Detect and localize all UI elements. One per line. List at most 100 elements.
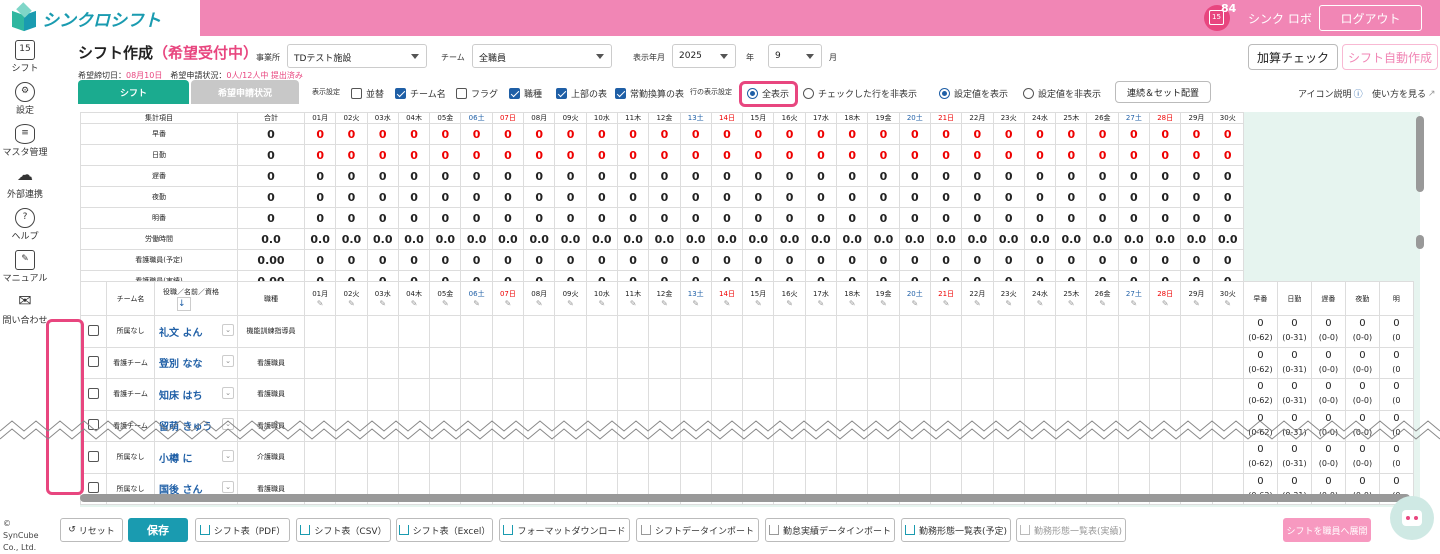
- sidebar-item-external[interactable]: ☁ 外部連携: [0, 166, 50, 200]
- day-header[interactable]: 20土 ✎: [898, 281, 931, 316]
- opt-show-all[interactable]: 全表示: [747, 87, 789, 100]
- auto-create-button[interactable]: シフト自動作成: [1342, 44, 1438, 70]
- howto-link[interactable]: 使い方を見る ↗: [1372, 87, 1436, 101]
- icon-help-link[interactable]: アイコン説明 ⓘ: [1298, 87, 1363, 100]
- day-header[interactable]: 13土 ✎: [679, 281, 712, 316]
- shift-cell[interactable]: [303, 441, 337, 474]
- excel-button[interactable]: シフト表（Excel）: [396, 518, 493, 542]
- opt-hide-checked[interactable]: チェックした行を非表示: [803, 87, 917, 100]
- shift-cell[interactable]: [1211, 441, 1244, 474]
- shift-cell[interactable]: [1086, 346, 1119, 379]
- save-button[interactable]: 保存: [128, 518, 188, 542]
- day-header[interactable]: 22月 ✎: [961, 281, 994, 316]
- sidebar-item-shift[interactable]: 15 シフト: [0, 40, 50, 74]
- day-header[interactable]: 06土 ✎: [460, 281, 493, 316]
- shift-cell[interactable]: [898, 315, 931, 348]
- shift-cell[interactable]: [961, 378, 994, 411]
- format-download-button[interactable]: フォーマットダウンロード: [499, 518, 630, 542]
- day-header[interactable]: 28日 ✎: [1149, 281, 1182, 316]
- shift-cell[interactable]: [585, 346, 618, 379]
- consec-set-button[interactable]: 連続＆セット配置: [1115, 81, 1211, 103]
- tab-shift[interactable]: シフト: [78, 80, 189, 104]
- shift-cell[interactable]: [710, 346, 744, 379]
- shift-cell[interactable]: [773, 315, 806, 348]
- shift-cell[interactable]: [585, 441, 618, 474]
- row-checkbox[interactable]: [80, 441, 107, 474]
- shift-cell[interactable]: [742, 441, 775, 474]
- shift-cell[interactable]: [992, 441, 1025, 474]
- shift-cell[interactable]: [929, 315, 963, 348]
- shift-cell[interactable]: [992, 346, 1025, 379]
- shift-cell[interactable]: [397, 315, 431, 348]
- shift-cell[interactable]: [898, 346, 931, 379]
- shift-cell[interactable]: [773, 441, 806, 474]
- shift-cell[interactable]: [1180, 441, 1213, 474]
- opt-job[interactable]: 職種: [509, 87, 542, 100]
- day-header[interactable]: 18木 ✎: [836, 281, 869, 316]
- shift-cell[interactable]: [523, 441, 556, 474]
- robot-avatar-icon[interactable]: [1390, 496, 1434, 540]
- reset-button[interactable]: ↺ リセット: [60, 518, 123, 542]
- shift-cell[interactable]: [836, 378, 869, 411]
- shift-cell[interactable]: [1117, 441, 1151, 474]
- day-header[interactable]: 19金 ✎: [867, 281, 900, 316]
- shift-cell[interactable]: [397, 346, 431, 379]
- shift-cell[interactable]: [804, 441, 838, 474]
- shift-import-button[interactable]: シフトデータインポート: [636, 518, 759, 542]
- row-checkbox[interactable]: [80, 378, 107, 411]
- shift-cell[interactable]: [742, 378, 775, 411]
- month-select[interactable]: 9: [768, 44, 822, 68]
- shift-cell[interactable]: [679, 441, 712, 474]
- shift-cell[interactable]: [679, 378, 712, 411]
- shift-cell[interactable]: [616, 441, 650, 474]
- opt-show-setting[interactable]: 設定値を表示: [939, 87, 1008, 100]
- shift-cell[interactable]: [460, 378, 493, 411]
- shift-cell[interactable]: [742, 346, 775, 379]
- shift-cell[interactable]: [335, 378, 368, 411]
- shift-cell[interactable]: [992, 315, 1025, 348]
- day-header[interactable]: 04木 ✎: [397, 281, 431, 316]
- shift-cell[interactable]: [335, 441, 368, 474]
- actual-list-button[interactable]: 勤務形態一覧表(実績): [1016, 518, 1126, 542]
- shift-cell[interactable]: [1211, 315, 1244, 348]
- sort-icon[interactable]: ↓: [177, 296, 191, 311]
- shift-cell[interactable]: [1180, 378, 1213, 411]
- shift-cell[interactable]: [1117, 378, 1151, 411]
- shift-cell[interactable]: [742, 315, 775, 348]
- shift-cell[interactable]: [523, 315, 556, 348]
- shift-cell[interactable]: [366, 346, 399, 379]
- shift-cell[interactable]: [366, 315, 399, 348]
- shift-cell[interactable]: [1055, 315, 1088, 348]
- day-header[interactable]: 29月 ✎: [1180, 281, 1213, 316]
- shift-cell[interactable]: [303, 346, 337, 379]
- shift-cell[interactable]: [1149, 441, 1182, 474]
- shift-cell[interactable]: [898, 441, 931, 474]
- shift-cell[interactable]: [1180, 346, 1213, 379]
- day-header[interactable]: 30火 ✎: [1211, 281, 1244, 316]
- name-cell[interactable]: 小樽 に ⌄: [154, 441, 238, 474]
- day-header[interactable]: 25木 ✎: [1055, 281, 1088, 316]
- shift-cell[interactable]: [804, 315, 838, 348]
- day-header[interactable]: 14日 ✎: [710, 281, 744, 316]
- shift-cell[interactable]: [961, 315, 994, 348]
- shift-cell[interactable]: [836, 346, 869, 379]
- shift-cell[interactable]: [335, 315, 368, 348]
- shift-cell[interactable]: [554, 346, 587, 379]
- shift-cell[interactable]: [1149, 315, 1182, 348]
- sidebar-item-contact[interactable]: ✉ 問い合わせ: [0, 292, 50, 326]
- shift-cell[interactable]: [335, 346, 368, 379]
- shift-cell[interactable]: [1180, 315, 1213, 348]
- shift-cell[interactable]: [523, 346, 556, 379]
- day-header[interactable]: 10水 ✎: [585, 281, 618, 316]
- shift-cell[interactable]: [804, 378, 838, 411]
- sidebar-item-master[interactable]: ≡ マスタ管理: [0, 124, 50, 158]
- logout-button[interactable]: ログアウト: [1319, 5, 1422, 31]
- shift-cell[interactable]: [648, 441, 681, 474]
- shift-cell[interactable]: [554, 315, 587, 348]
- day-header[interactable]: 12金 ✎: [648, 281, 681, 316]
- day-header[interactable]: 23火 ✎: [992, 281, 1025, 316]
- shift-cell[interactable]: [491, 346, 525, 379]
- shift-cell[interactable]: [1149, 378, 1182, 411]
- shift-cell[interactable]: [491, 378, 525, 411]
- day-header[interactable]: 01月 ✎: [303, 281, 337, 316]
